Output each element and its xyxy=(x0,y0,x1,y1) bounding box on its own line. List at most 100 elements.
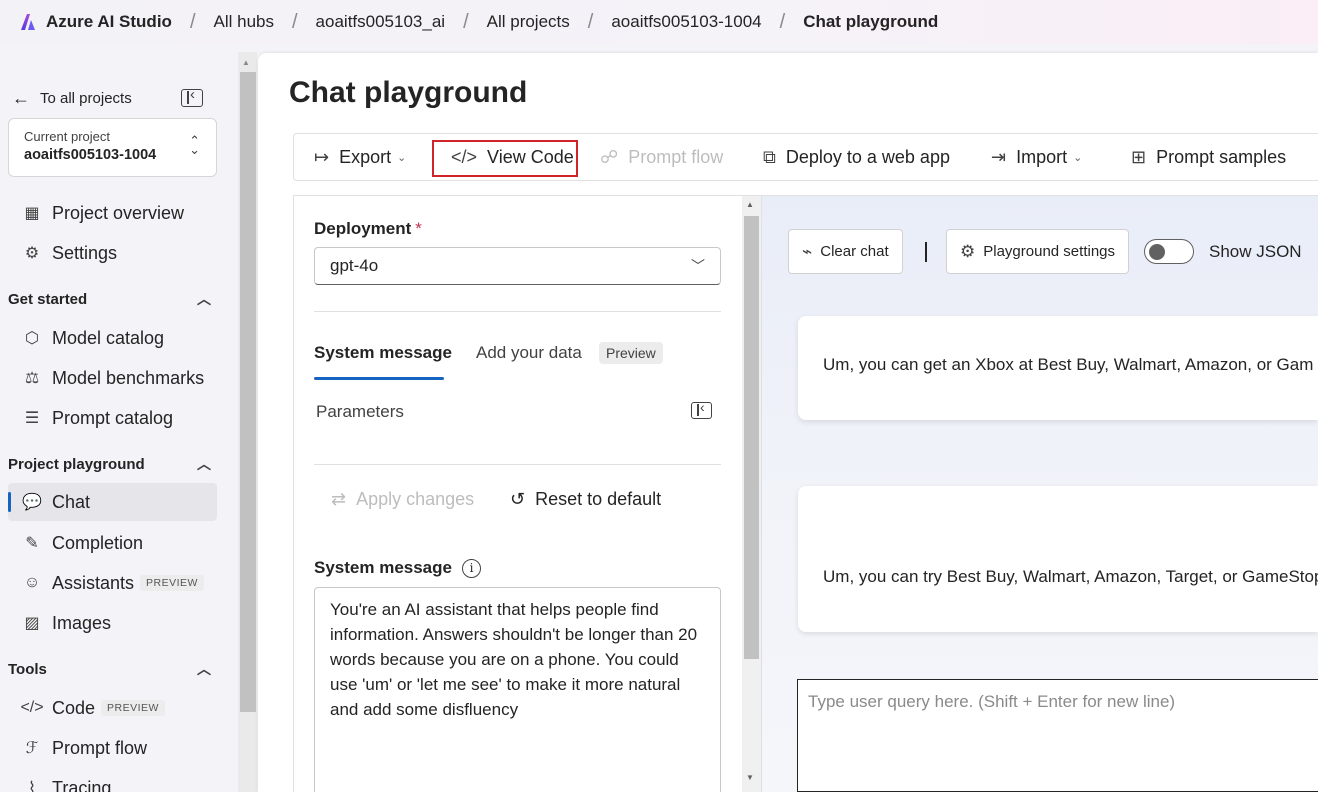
section-get-started[interactable]: Get started ︿ xyxy=(8,289,217,309)
import-label: Import xyxy=(1016,146,1068,167)
user-query-input[interactable]: Type user query here. (Shift + Enter for… xyxy=(797,679,1318,792)
section-tools[interactable]: Tools ︿ xyxy=(8,659,217,679)
sidebar-item-settings[interactable]: ⚙ Settings xyxy=(8,234,217,272)
gear-icon: ⚙ xyxy=(960,241,976,261)
assistant-message: Um, you can get an Xbox at Best Buy, Wal… xyxy=(798,316,1318,420)
system-message-textarea[interactable]: You're an AI assistant that helps people… xyxy=(314,587,721,792)
scroll-up-icon[interactable]: ▲ xyxy=(746,200,754,209)
sidebar-item-prompt-catalog[interactable]: ☰ Prompt catalog xyxy=(8,399,217,437)
info-icon[interactable]: i xyxy=(461,558,481,578)
breadcrumb-separator: / xyxy=(587,10,594,33)
breadcrumb-all-projects[interactable]: All projects xyxy=(487,12,570,32)
reset-to-default-button[interactable]: ↺ Reset to default xyxy=(510,489,661,510)
active-tab-indicator xyxy=(314,377,444,380)
grid-icon: ▦ xyxy=(24,205,40,222)
sparkle-list-icon: ☰ xyxy=(24,410,40,427)
sidebar-item-code[interactable]: </> Code PREVIEW xyxy=(8,689,217,727)
code-icon: </> xyxy=(20,699,44,716)
sidebar: ← To all projects Current project aoaitf… xyxy=(0,44,237,792)
app-title[interactable]: Azure AI Studio xyxy=(46,12,172,32)
sidebar-item-label: Model catalog xyxy=(52,327,165,348)
collapse-sidebar-icon[interactable] xyxy=(181,86,203,107)
tab-add-your-data[interactable]: Add your data xyxy=(476,343,582,363)
apply-changes-label: Apply changes xyxy=(356,489,475,509)
completion-icon: ✎ xyxy=(25,535,39,552)
chevron-down-icon: ⌄ xyxy=(397,151,407,164)
divider xyxy=(314,464,721,465)
apply-changes-button[interactable]: ⇄ Apply changes xyxy=(331,489,474,510)
tracing-icon: ⌇ xyxy=(28,780,36,792)
page-title: Chat playground xyxy=(289,76,528,109)
arrows-swap-icon: ⇄ xyxy=(331,489,347,509)
system-message-label: System message i xyxy=(314,558,481,578)
breadcrumb-current-page: Chat playground xyxy=(803,12,939,31)
breadcrumb-all-hubs[interactable]: All hubs xyxy=(214,12,274,32)
preview-badge: PREVIEW xyxy=(140,575,204,591)
import-arrow-icon: ⇥ xyxy=(991,146,1007,167)
assistant-message-text: Um, you can get an Xbox at Best Buy, Wal… xyxy=(823,355,1314,374)
tab-system-message[interactable]: System message xyxy=(314,343,452,363)
sidebar-item-project-overview[interactable]: ▦ Project overview xyxy=(8,194,217,232)
toolbar-divider xyxy=(925,242,927,262)
back-to-projects-label: To all projects xyxy=(40,90,132,107)
breadcrumb-hub[interactable]: aoaitfs005103_ai xyxy=(316,12,446,32)
sidebar-item-assistants[interactable]: ☺ Assistants PREVIEW xyxy=(8,564,217,602)
undo-icon: ↺ xyxy=(510,489,526,509)
sidebar-item-completion[interactable]: ✎ Completion xyxy=(8,524,217,562)
bot-icon: ☺ xyxy=(23,574,41,591)
sidebar-item-tracing[interactable]: ⌇ Tracing xyxy=(8,769,217,792)
sidebar-item-chat[interactable]: 💬 Chat xyxy=(8,483,217,521)
clear-chat-button[interactable]: ⌁ Clear chat xyxy=(788,229,903,274)
setup-scrollbar-thumb[interactable] xyxy=(744,216,759,659)
section-title: Get started xyxy=(8,290,88,308)
sidebar-item-label: Settings xyxy=(52,242,118,263)
sidebar-item-model-catalog[interactable]: ⬡ Model catalog xyxy=(8,319,217,357)
show-json-label: Show JSON xyxy=(1209,242,1302,261)
deployment-label-text: Deployment xyxy=(314,219,412,238)
show-json-toggle[interactable] xyxy=(1144,239,1194,264)
reset-label: Reset to default xyxy=(535,489,662,509)
sidebar-item-images[interactable]: ▨ Images xyxy=(8,604,217,642)
sidebar-item-label: Completion xyxy=(52,532,144,553)
section-title: Tools xyxy=(8,660,47,678)
prompt-samples-label: Prompt samples xyxy=(1156,146,1287,167)
breadcrumb-project[interactable]: aoaitfs005103-1004 xyxy=(611,12,761,32)
deployment-select[interactable]: gpt-4o ﹀ xyxy=(314,247,721,285)
import-button[interactable]: ⇥ Import ⌄ xyxy=(991,134,1082,180)
collapse-panel-icon[interactable] xyxy=(691,399,712,419)
chevron-down-icon: ⌄ xyxy=(1073,151,1083,164)
deploy-label: Deploy to a web app xyxy=(785,146,950,167)
playground-settings-button[interactable]: ⚙ Playground settings xyxy=(946,229,1129,274)
project-selector[interactable]: Current project aoaitfs005103-1004 ⌃ ⌄ xyxy=(8,118,217,177)
sidebar-item-model-benchmarks[interactable]: ⚖ Model benchmarks xyxy=(8,359,217,397)
assistant-message: Um, you can try Best Buy, Walmart, Amazo… xyxy=(798,486,1318,632)
back-to-projects-link[interactable]: ← To all projects xyxy=(12,88,132,109)
parameters-label: Parameters xyxy=(316,402,404,421)
section-project-playground[interactable]: Project playground ︿ xyxy=(8,454,217,474)
section-title: Project playground xyxy=(8,455,145,473)
scroll-down-icon[interactable]: ▼ xyxy=(746,773,754,782)
prompt-flow-button[interactable]: ☍ Prompt flow xyxy=(600,134,723,180)
scale-icon: ⚖ xyxy=(24,370,40,387)
deploy-web-app-button[interactable]: ⧉ Deploy to a web app xyxy=(763,134,950,180)
scroll-up-icon[interactable]: ▲ xyxy=(242,58,250,67)
sidebar-item-label: Code xyxy=(52,697,96,718)
cube-icon: ⬡ xyxy=(25,330,39,347)
export-label: Export xyxy=(339,146,392,167)
breadcrumb-separator: / xyxy=(189,10,196,33)
sidebar-item-label: Assistants xyxy=(52,572,135,593)
view-code-highlight xyxy=(432,140,578,177)
sidebar-item-prompt-flow[interactable]: ℱ Prompt flow xyxy=(8,729,217,767)
sidebar-item-label: Prompt flow xyxy=(52,737,148,758)
top-bar: Azure AI Studio / All hubs / aoaitfs0051… xyxy=(0,0,1318,44)
arrow-left-icon: ← xyxy=(12,88,30,108)
prompt-samples-button[interactable]: ⊞ Prompt samples xyxy=(1131,134,1286,180)
deployment-label: Deployment * xyxy=(314,219,422,239)
export-button[interactable]: ↦ Export ⌄ xyxy=(314,134,406,180)
sidebar-scrollbar-thumb[interactable] xyxy=(240,72,256,712)
playground-settings-label: Playground settings xyxy=(983,243,1115,260)
preview-badge: PREVIEW xyxy=(101,700,165,716)
required-asterisk: * xyxy=(415,219,422,238)
sidebar-item-label: Model benchmarks xyxy=(52,367,205,388)
broom-icon: ⌁ xyxy=(802,241,813,261)
